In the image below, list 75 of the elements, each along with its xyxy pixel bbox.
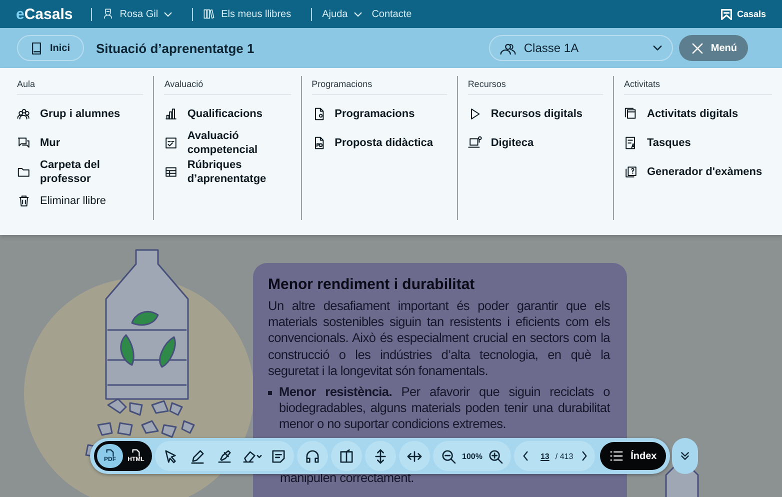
file-icon <box>105 449 115 457</box>
double-chevron-down-icon <box>680 451 690 461</box>
menu-item[interactable]: Rúbriques d’aprenentatge <box>164 157 291 186</box>
menu-item-icon <box>468 136 482 150</box>
nav-link[interactable]: Contacte <box>372 8 412 20</box>
section-title: Recursos <box>468 76 603 95</box>
page-title: Situació d’aprenentatge 1 <box>96 40 254 56</box>
chevron-down-icon <box>164 12 172 16</box>
pencil-icon <box>190 448 205 464</box>
page-total: / 413 <box>555 452 574 460</box>
menu-item[interactable]: Carpeta del professor <box>17 157 144 186</box>
menu-item[interactable]: Recursos digitals <box>468 99 603 128</box>
horizontal-arrows-icon <box>407 448 422 464</box>
menu-item[interactable]: Activitats digitals <box>624 99 772 128</box>
menu-item[interactable]: Mur <box>17 128 144 157</box>
bookmark-icon <box>720 8 732 20</box>
note-icon <box>271 448 286 464</box>
books-icon <box>203 8 216 20</box>
zoom-level: 100% <box>462 452 482 460</box>
nav-link[interactable]: Ajuda <box>322 8 362 20</box>
nav-link[interactable]: Rosa Gil <box>102 8 172 20</box>
menu-item[interactable]: Programacions <box>312 99 447 128</box>
chevron-down-icon <box>652 45 662 51</box>
menu-item[interactable]: Avaluació competencial <box>164 128 291 157</box>
menu-item-icon <box>17 194 31 208</box>
menu-item[interactable]: Grup i alumnes <box>17 99 144 128</box>
menu-item[interactable]: Digiteca <box>468 128 603 157</box>
menu-item-icon <box>17 106 31 120</box>
vertical-arrows-icon <box>373 448 388 464</box>
menu-item[interactable]: Generador d'exàmens <box>624 157 772 186</box>
headphones-icon <box>305 448 320 464</box>
highlighter-icon <box>217 448 232 464</box>
chevron-right-icon <box>580 451 588 461</box>
section-title: Aula <box>17 76 144 95</box>
menu-item[interactable]: Qualificacions <box>164 99 291 128</box>
logo[interactable]: eCasals <box>16 6 73 22</box>
section-heading: Menor rendiment i durabilitat <box>268 275 476 294</box>
bullet-text: Menor resistència. Per afavorir que siguin reciclats o biodegradables, alguns materials poden tenir una durabilitat menor o no suportar condicions extremes. <box>279 384 610 433</box>
menu-item-icon <box>624 164 638 178</box>
menu-item[interactable]: Eliminar llibre <box>17 186 144 215</box>
page-number-field[interactable]: 13 <box>540 452 550 460</box>
people-icon <box>500 42 516 54</box>
class-select[interactable]: Classe 1A <box>488 35 673 61</box>
paragraph: manipulen correctament. <box>280 470 415 486</box>
zoom-out-icon <box>441 448 456 464</box>
chevron-down-icon <box>354 12 362 16</box>
close-icon <box>692 42 703 54</box>
menu-item[interactable]: Proposta didàctica <box>312 128 447 157</box>
close-menu-button[interactable]: Menú <box>678 35 748 61</box>
section-title: Avaluació <box>164 76 291 95</box>
home-button[interactable]: Inici <box>17 35 84 61</box>
file-icon <box>131 449 141 457</box>
section-title: Programacions <box>312 76 447 95</box>
nav-link[interactable]: Els meus llibres <box>203 8 292 20</box>
menu-item-icon <box>17 136 31 150</box>
menu-item-icon <box>164 136 178 150</box>
eraser-icon <box>242 448 262 464</box>
chevron-left-icon <box>522 451 529 461</box>
collapse-button[interactable] <box>672 438 698 474</box>
menu-item[interactable]: Tasques <box>624 128 772 157</box>
menu-item-icon <box>624 136 638 150</box>
zoom-in-icon <box>488 448 504 464</box>
book-icon <box>31 42 42 54</box>
user-icon <box>102 8 114 20</box>
paragraph: Un altre desafiament important és poder garantir que els materials sostenibles siguin tan resistents i eficients com els convencionals. Això és especialment crucial en sectors com la construcció o les indústries d’alta tecnologia, en què la seguretat i la longevitat són fonamentals. <box>268 298 610 380</box>
open-book-icon <box>339 448 354 464</box>
list-icon <box>610 450 623 462</box>
brand-logo[interactable]: Casals <box>720 8 766 20</box>
index-button[interactable]: Índex <box>600 442 666 470</box>
section-title: Activitats <box>624 76 772 95</box>
cursor-icon <box>163 448 178 464</box>
menu-item-icon <box>164 164 178 178</box>
bullet-icon <box>268 391 272 396</box>
menu-item-icon <box>164 106 178 120</box>
menu-item-icon <box>624 106 638 120</box>
